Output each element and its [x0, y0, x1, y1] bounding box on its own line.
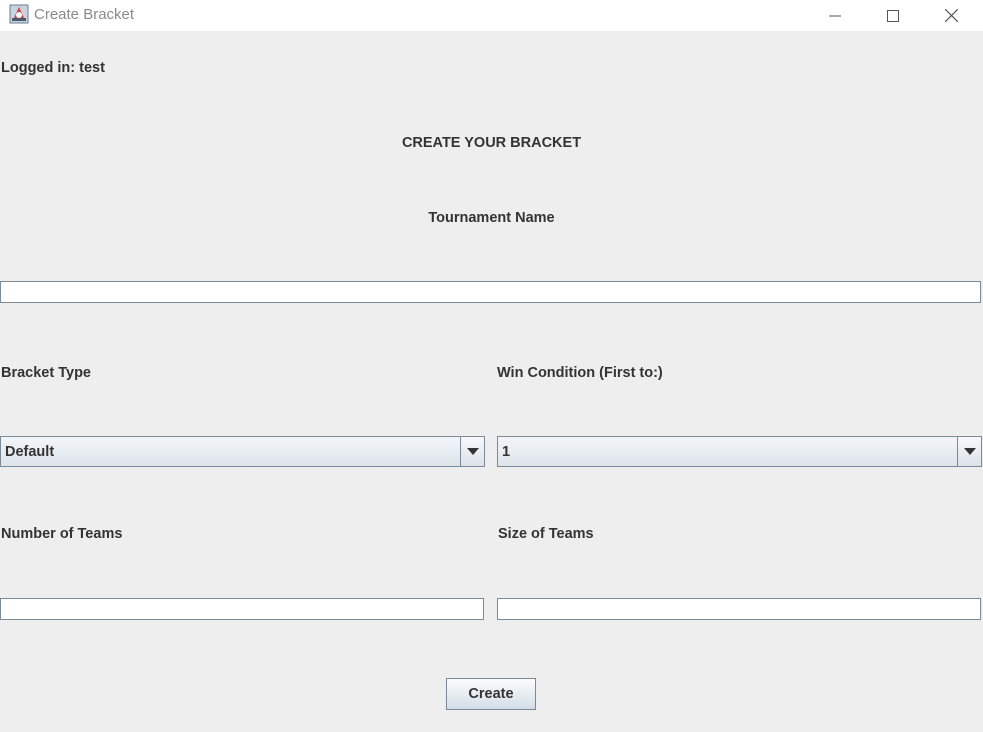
bracket-type-label: Bracket Type — [1, 365, 91, 381]
bracket-type-select[interactable]: Default — [0, 436, 485, 467]
win-condition-label: Win Condition (First to:) — [497, 365, 663, 381]
size-of-teams-input[interactable] — [497, 598, 981, 620]
maximize-icon — [887, 9, 899, 22]
maximize-button[interactable] — [864, 0, 922, 31]
minimize-button[interactable] — [806, 0, 864, 31]
win-condition-selected-value: 1 — [502, 444, 511, 460]
size-of-teams-label: Size of Teams — [498, 526, 594, 542]
close-button[interactable] — [922, 0, 980, 31]
window-title: Create Bracket — [34, 6, 135, 23]
bracket-type-dropdown-arrow[interactable] — [460, 437, 484, 466]
tournament-name-input[interactable] — [0, 281, 981, 303]
create-bracket-panel: Logged in: test CREATE YOUR BRACKET Tour… — [0, 31, 983, 732]
bracket-type-selected-value: Default — [5, 444, 55, 460]
create-button[interactable]: Create — [446, 678, 536, 710]
win-condition-dropdown-arrow[interactable] — [957, 437, 981, 466]
close-icon — [944, 9, 958, 22]
minimize-icon — [829, 15, 841, 16]
java-app-icon — [9, 4, 29, 24]
win-condition-select[interactable]: 1 — [497, 436, 982, 467]
number-of-teams-input[interactable] — [0, 598, 484, 620]
logged-in-label: Logged in: test — [1, 60, 105, 76]
title-bar: Create Bracket — [0, 0, 983, 31]
chevron-down-icon — [466, 448, 479, 455]
chevron-down-icon — [963, 448, 976, 455]
tournament-name-label: Tournament Name — [428, 210, 555, 226]
page-heading: CREATE YOUR BRACKET — [401, 135, 582, 151]
number-of-teams-label: Number of Teams — [1, 526, 123, 542]
